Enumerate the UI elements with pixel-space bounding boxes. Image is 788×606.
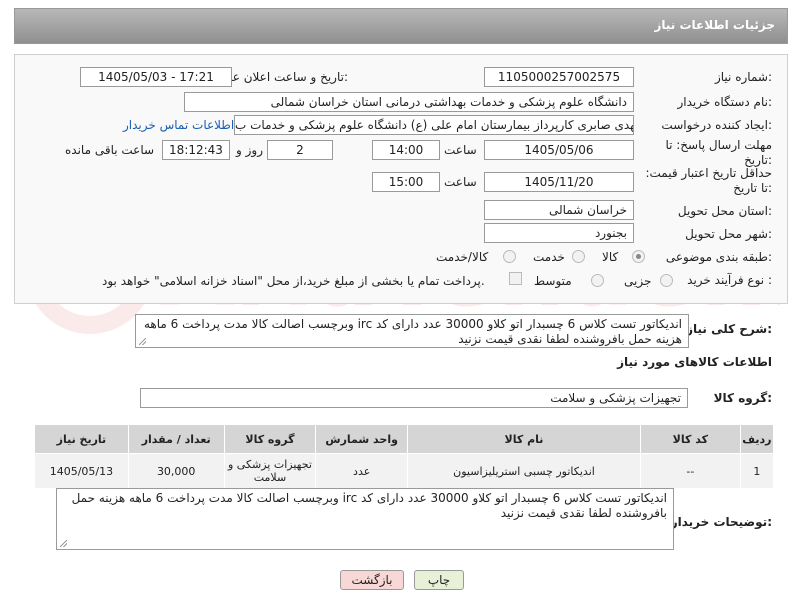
resize-grip-icon[interactable] [60, 540, 67, 547]
cell-row: 1 [739, 453, 775, 489]
treasury-checkbox[interactable] [509, 272, 522, 285]
cell-qty: 30,000 [127, 453, 225, 489]
col-unit: واحد شمارش [315, 424, 409, 454]
process-radio-minor[interactable] [660, 274, 673, 287]
buyer-notes-text: اندیکاتور تست کلاس 6 چسبدار اتو کلاو 300… [71, 491, 667, 520]
buyer-field: دانشگاه علوم پزشکی و خدمات بهداشتی درمان… [184, 92, 634, 112]
validity-label: حداقل تاریخ اعتبار قیمت: تا تاریخ: [645, 166, 772, 195]
cell-date: 1405/05/13 [34, 453, 129, 489]
table-row: 1 -- اندیکاتور چسبی استریلیزاسیون عدد تج… [34, 453, 775, 489]
buyer-notes-label: توضیحات خریدار: [670, 515, 772, 529]
cell-name: اندیکاتور چسبی استریلیزاسیون [407, 453, 641, 489]
description-label: شرح کلی نیاز: [686, 322, 772, 336]
category-goods-label: کالا [602, 250, 619, 264]
process-minor-label: جزیی [624, 274, 652, 288]
page-title: جزئیات اطلاعات نیاز [654, 18, 775, 32]
category-label: طبقه بندی موضوعی: [665, 250, 772, 264]
table-header-row: ردیف کد کالا نام کالا واحد شمارش گروه کا… [34, 424, 775, 454]
col-row: ردیف [739, 424, 775, 454]
province-field: خراسان شمالی [484, 200, 634, 220]
goods-table: ردیف کد کالا نام کالا واحد شمارش گروه کا… [34, 424, 775, 489]
validity-time-label: ساعت [444, 175, 477, 189]
days-field: 2 [267, 140, 333, 160]
print-button[interactable]: چاپ [414, 570, 464, 590]
category-radio-goods-service[interactable] [503, 250, 516, 263]
process-radio-medium[interactable] [591, 274, 604, 287]
back-button[interactable]: بازگشت [340, 570, 404, 590]
cell-code: -- [639, 453, 741, 489]
deadline-label: مهلت ارسال پاسخ: تا تاریخ: [665, 138, 772, 167]
days-label: روز و [236, 143, 263, 157]
page-header: جزئیات اطلاعات نیاز [14, 8, 788, 44]
buyer-notes-textarea: اندیکاتور تست کلاس 6 چسبدار اتو کلاو 300… [56, 488, 674, 550]
category-radio-goods[interactable] [632, 250, 645, 263]
deadline-time-label: ساعت [444, 143, 477, 157]
requester-label: ایجاد کننده درخواست: [661, 118, 772, 132]
treasury-note: پرداخت تمام یا بخشی از مبلغ خرید،از محل … [102, 274, 485, 288]
col-qty: تعداد / مقدار [127, 424, 225, 454]
remaining-time-field: 18:12:43 [162, 140, 230, 160]
deadline-date-field: 1405/05/06 [484, 140, 634, 160]
description-textarea: اندیکاتور تست کلاس 6 چسبدار اتو کلاو 300… [135, 314, 689, 348]
cell-unit: عدد [315, 453, 409, 489]
announce-field: 1405/05/03 - 17:21 [80, 67, 232, 87]
process-label: نوع فرآیند خرید : [687, 273, 772, 287]
remaining-label: ساعت باقی مانده [65, 143, 155, 157]
col-date: تاریخ نیاز [34, 424, 129, 454]
goods-section-title: اطلاعات کالاهای مورد نیاز [617, 355, 772, 369]
description-text: اندیکاتور تست کلاس 6 چسبدار اتو کلاو 300… [144, 317, 682, 346]
category-service-label: خدمت [533, 250, 565, 264]
buyer-label: نام دستگاه خریدار: [677, 95, 773, 109]
need-number-field: 1105000257002575 [484, 67, 634, 87]
city-field: بجنورد [484, 223, 634, 243]
goods-group-field: تجهیزات پزشکی و سلامت [140, 388, 688, 408]
process-medium-label: متوسط [534, 274, 572, 288]
contact-info-link[interactable]: اطلاعات تماس خریدار [123, 118, 234, 132]
city-label: شهر محل تحویل: [685, 227, 772, 241]
col-group: گروه کالا [223, 424, 317, 454]
cell-group: تجهیزات پزشکی و سلامت [223, 453, 317, 489]
category-goods-service-label: کالا/خدمت [436, 250, 489, 264]
resize-grip-icon[interactable] [139, 338, 146, 345]
col-code: کد کالا [639, 424, 741, 454]
goods-group-label: گروه کالا: [713, 391, 772, 405]
deadline-time-field: 14:00 [372, 140, 440, 160]
col-name: نام کالا [407, 424, 641, 454]
validity-date-field: 1405/11/20 [484, 172, 634, 192]
requester-field: مهدی صابری کارپرداز بیمارستان امام علی (… [234, 115, 634, 135]
province-label: استان محل تحویل: [677, 204, 772, 218]
category-radio-service[interactable] [572, 250, 585, 263]
validity-time-field: 15:00 [372, 172, 440, 192]
need-number-label: شماره نیاز: [714, 70, 772, 84]
